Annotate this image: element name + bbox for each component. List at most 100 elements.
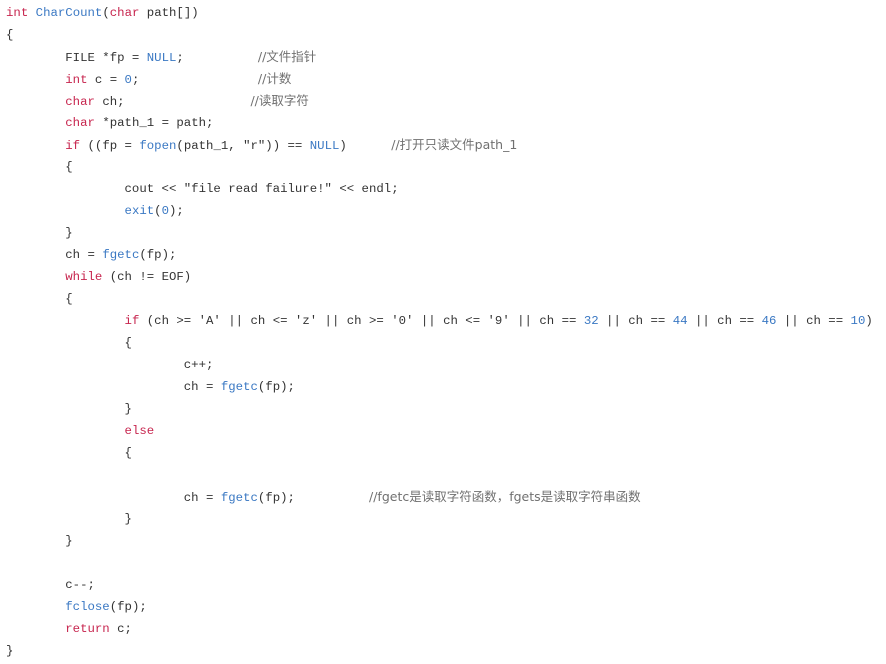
code-line: } (6, 508, 873, 530)
code-line: { (6, 332, 873, 354)
keyword: char (65, 116, 95, 130)
code-line: } (6, 398, 873, 420)
code-line: { (6, 24, 873, 46)
code-text: || ch == (776, 314, 851, 328)
code-line: ch = fgetc(fp); //fgetc是读取字符函数，fgets是读取字… (6, 486, 873, 508)
code-line: } (6, 530, 873, 552)
code-text: ch = (6, 491, 221, 505)
code-text: ) (339, 139, 392, 153)
code-text: } (6, 534, 73, 548)
comment: //计数 (257, 71, 292, 86)
code-text: { (6, 292, 73, 306)
keyword: int (6, 6, 29, 20)
keyword: return (65, 622, 110, 636)
literal: NULL (146, 51, 177, 65)
literal: 32 (583, 314, 599, 328)
code-text: || ch == (687, 314, 762, 328)
code-text: ( (102, 6, 110, 20)
code-line: fclose(fp); (6, 596, 873, 618)
code-line: } (6, 640, 873, 662)
code-text: { (6, 336, 132, 350)
code-text: c = (87, 73, 125, 87)
code-text: { (6, 160, 73, 174)
code-text: (fp); (109, 600, 147, 614)
code-line: int c = 0; //计数 (6, 68, 873, 90)
code-line: { (6, 288, 873, 310)
code-text: } (6, 512, 132, 526)
function-name: CharCount (35, 6, 103, 20)
code-text: ch = (6, 248, 103, 262)
code-text: (path_1, "r")) == (176, 139, 310, 153)
code-text: { (6, 446, 132, 460)
code-line: } (6, 222, 873, 244)
code-text: path[]) (139, 6, 199, 20)
code-text: ; (131, 73, 258, 87)
code-text: cout << "file read failure!" << endl; (6, 182, 399, 196)
code-text: FILE *fp = (6, 51, 147, 65)
code-line: if (ch >= 'A' || ch <= 'z' || ch >= '0' … (6, 310, 873, 332)
code-line: while (ch != EOF) (6, 266, 873, 288)
keyword: int (65, 73, 88, 87)
code-text: (fp); (257, 491, 369, 505)
comment: //打开只读文件path_1 (391, 137, 518, 152)
comment: //读取字符 (250, 93, 309, 108)
code-line: char ch; //读取字符 (6, 90, 873, 112)
keyword: else (124, 424, 155, 438)
code-line: FILE *fp = NULL; //文件指针 (6, 46, 873, 68)
keyword: char (109, 6, 140, 20)
literal: 0 (124, 73, 132, 87)
function-name: fgetc (220, 491, 258, 505)
literal: 44 (672, 314, 688, 328)
function-name: exit (124, 204, 155, 218)
code-text: } (6, 644, 14, 658)
code-text: (fp); (257, 380, 295, 394)
code-text: ch = (6, 380, 221, 394)
keyword: if (124, 314, 140, 328)
code-text: *path_1 = path; (94, 116, 214, 130)
code-line: if ((fp = fopen(path_1, "r")) == NULL) /… (6, 134, 873, 156)
code-text: } (6, 402, 132, 416)
code-text: { (6, 28, 14, 42)
code-text: } (6, 226, 73, 240)
code-text: ch; (94, 95, 251, 109)
code-text: || ch == (598, 314, 673, 328)
code-line: char *path_1 = path; (6, 112, 873, 134)
code-line: ch = fgetc(fp); (6, 376, 873, 398)
function-name: fopen (139, 139, 177, 153)
code-line: else (6, 420, 873, 442)
code-line: return c; (6, 618, 873, 640)
code-line: ch = fgetc(fp); (6, 244, 873, 266)
code-line: c++; (6, 354, 873, 376)
keyword: char (65, 95, 95, 109)
literal: 46 (761, 314, 777, 328)
code-text: ); (169, 204, 184, 218)
code-text: c--; (6, 578, 95, 592)
code-text: ) (865, 314, 873, 328)
comment: //fgetc是读取字符函数，fgets是读取字符串函数 (369, 489, 641, 504)
keyword: if (65, 139, 81, 153)
comment: //文件指针 (257, 49, 317, 64)
code-text: (fp); (139, 248, 177, 262)
code-text: c; (109, 622, 132, 636)
literal: 0 (161, 204, 170, 218)
code-text: (ch != EOF) (102, 270, 192, 284)
code-line: { (6, 156, 873, 178)
code-text: ; (176, 51, 258, 65)
function-name: fgetc (220, 380, 258, 394)
code-line: cout << "file read failure!" << endl; (6, 178, 873, 200)
literal: NULL (309, 139, 340, 153)
code-block: int CharCount(char path[]){ FILE *fp = N… (6, 2, 873, 662)
code-text: ( (154, 204, 162, 218)
